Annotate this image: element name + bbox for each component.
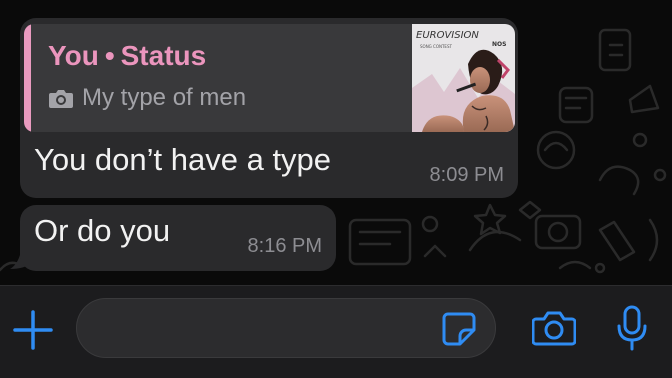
message-timestamp: 8:09 PM [429, 164, 504, 186]
quote-accent-bar [24, 24, 31, 132]
status-thumbnail-image: EUROVISION SONG CONTEST NOS [412, 24, 515, 132]
thumbnail-sub-text: SONG CONTEST [420, 44, 452, 49]
quote-caption-row: My type of men [48, 84, 246, 112]
quote-source: Status [120, 40, 207, 71]
message-input-bar [0, 285, 672, 378]
quote-separator: • [104, 40, 115, 71]
sticker-icon[interactable] [440, 310, 478, 348]
message-timestamp: 8:16 PM [247, 235, 322, 257]
plus-icon[interactable] [12, 309, 54, 351]
microphone-icon[interactable] [614, 304, 650, 352]
message-bubble-outgoing[interactable]: Or do you 8:16 PM [20, 205, 336, 271]
camera-icon [49, 90, 73, 108]
quote-caption: My type of men [82, 84, 247, 111]
quote-title: You • Status [48, 40, 206, 72]
message-bubble-outgoing[interactable]: You • Status My type of men EUROVISION S… [20, 18, 518, 198]
status-thumbnail[interactable]: EUROVISION SONG CONTEST NOS [412, 24, 515, 132]
thumbnail-top-text: EUROVISION [416, 30, 479, 41]
camera-icon[interactable] [532, 308, 576, 348]
message-text: Or do you [34, 213, 171, 248]
message-input[interactable] [76, 298, 496, 358]
status-reply-quote[interactable]: You • Status My type of men EUROVISION S… [24, 24, 515, 132]
thumbnail-side-text: NOS [492, 41, 506, 48]
message-text: You don’t have a type [34, 142, 332, 177]
quote-author: You [48, 40, 99, 71]
